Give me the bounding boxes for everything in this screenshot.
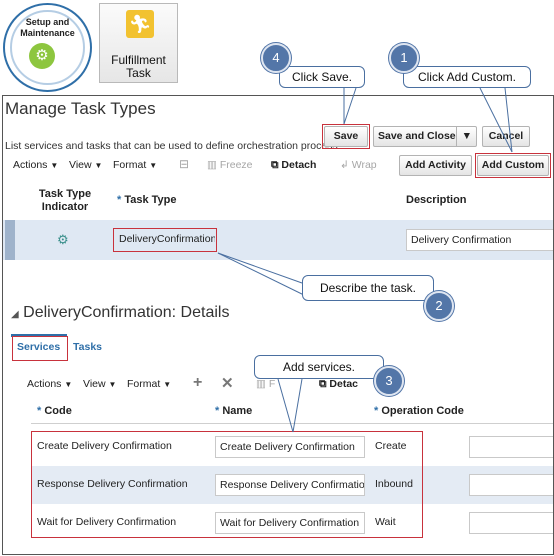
query-by-example-icon[interactable]: ⊟ <box>179 157 189 171</box>
view-label: View <box>69 159 92 171</box>
actions-menu[interactable]: Actions ▼ <box>13 159 58 171</box>
freeze-icon: ▥ <box>207 159 217 171</box>
detach-icon: ⧉ <box>271 159 279 171</box>
description-field[interactable]: Delivery Confirmation <box>406 229 553 251</box>
runner-icon: 🏃︎ <box>126 10 154 38</box>
detach-label: Detach <box>281 159 317 171</box>
setup-and-maintenance-icon[interactable]: Setup and Maintenance ⚙ <box>3 3 92 92</box>
code-header-label: Code <box>44 405 72 417</box>
fulfillment-task-icon[interactable]: 🏃︎ Fulfillment Task <box>99 3 178 83</box>
tab-tasks[interactable]: Tasks <box>73 341 102 353</box>
actions-label: Actions <box>13 159 48 171</box>
operation-code-header-label: Operation Code <box>381 405 464 417</box>
cancel-button[interactable]: Cancel <box>482 126 530 147</box>
chevron-down-icon: ▼ <box>94 161 103 170</box>
view-menu[interactable]: View ▼ <box>69 159 102 171</box>
task-type-highlight <box>113 228 217 252</box>
details-format-menu[interactable]: Format ▼ <box>127 378 171 390</box>
chevron-down-icon: ▼ <box>149 161 158 170</box>
add-custom-highlight <box>475 153 551 178</box>
chevron-down-icon[interactable]: ▼ <box>455 127 472 146</box>
description-header-label: Description <box>406 194 467 206</box>
fulfillment-label-line1: Fulfillment <box>111 53 166 67</box>
save-and-close-button[interactable]: Save and Close ▼ <box>373 126 477 147</box>
task-type-header-label: Task Type <box>124 194 177 206</box>
detach-icon: ⧉ <box>319 378 327 390</box>
manage-task-types-panel: Manage Task Types List services and task… <box>2 95 554 555</box>
details-title-label: DeliveryConfirmation: Details <box>23 304 230 321</box>
freeze-icon[interactable]: ▥ F <box>256 378 275 390</box>
details-actions-label: Actions <box>27 378 62 390</box>
gear-icon: ⚙ <box>29 43 55 69</box>
chevron-down-icon: ▼ <box>50 161 59 170</box>
extra-field[interactable] <box>469 436 553 458</box>
delete-row-icon[interactable]: ✕ <box>221 374 234 392</box>
fulfillment-label-line2: Task <box>126 66 151 80</box>
add-row-icon[interactable]: + <box>193 374 202 392</box>
name-header-label: Name <box>222 405 253 417</box>
format-menu[interactable]: Format ▼ <box>113 159 157 171</box>
task-type-header: * Task Type <box>117 194 177 206</box>
callout-click-add-custom: Click Add Custom. <box>403 66 531 88</box>
chevron-down-icon: ▼ <box>108 380 117 389</box>
services-tab-highlight <box>12 336 68 361</box>
wrap-icon: ↲ <box>340 159 349 171</box>
callout-number-4: 4 <box>261 43 291 73</box>
setup-label-line1: Setup and <box>25 17 70 27</box>
format-label: Format <box>113 159 147 171</box>
details-format-label: Format <box>127 378 161 390</box>
wrap-button[interactable]: ↲ Wrap <box>340 159 377 171</box>
detach-button[interactable]: ⧉ Detach <box>271 159 316 172</box>
name-header: * Name <box>215 405 253 417</box>
save-and-close-label: Save and Close <box>378 130 456 142</box>
page-subtitle: List services and tasks that can be used… <box>5 140 338 152</box>
chevron-down-icon: ▼ <box>64 380 73 389</box>
operation-code-header: * Operation Code <box>374 405 464 417</box>
details-actions-menu[interactable]: Actions ▼ <box>27 378 72 390</box>
callout-add-services: Add services. <box>254 355 384 379</box>
code-header: * Code <box>37 405 72 417</box>
table-row[interactable]: ⚙ DeliveryConfirmation Delivery Confirma… <box>3 220 553 260</box>
page-title: Manage Task Types <box>5 99 156 118</box>
add-activity-button[interactable]: Add Activity <box>399 155 472 176</box>
wrap-label: Wrap <box>351 159 377 171</box>
chevron-down-icon: ▼ <box>163 380 172 389</box>
callout-number-2: 2 <box>424 291 454 321</box>
details-detach-button[interactable]: ⧉ Detac <box>319 378 358 391</box>
callout-describe-task: Describe the task. <box>302 275 434 301</box>
callout-click-save: Click Save. <box>279 66 365 88</box>
services-highlight <box>31 431 423 538</box>
extra-field[interactable] <box>469 474 553 496</box>
details-view-menu[interactable]: View ▼ <box>83 378 116 390</box>
freeze-label: Freeze <box>219 159 253 171</box>
extra-field[interactable] <box>469 512 553 534</box>
task-type-indicator-header: Task Type Indicator <box>37 188 93 214</box>
callout-number-1: 1 <box>389 43 419 73</box>
description-header: Description <box>406 194 467 206</box>
setup-label-line2: Maintenance <box>20 28 75 38</box>
save-highlight <box>322 124 370 149</box>
collapse-triangle-icon[interactable]: ◢ <box>11 309 19 320</box>
task-type-indicator-icon: ⚙ <box>57 232 69 247</box>
details-section-title: ◢ DeliveryConfirmation: Details <box>11 304 229 322</box>
callout-number-3: 3 <box>374 366 404 396</box>
indicator-header-line2: Indicator <box>41 201 89 213</box>
indicator-header-line1: Task Type <box>38 188 92 200</box>
freeze-button[interactable]: ▥ Freeze <box>207 159 253 171</box>
details-detach-label: Detac <box>329 378 359 390</box>
details-view-label: View <box>83 378 106 390</box>
